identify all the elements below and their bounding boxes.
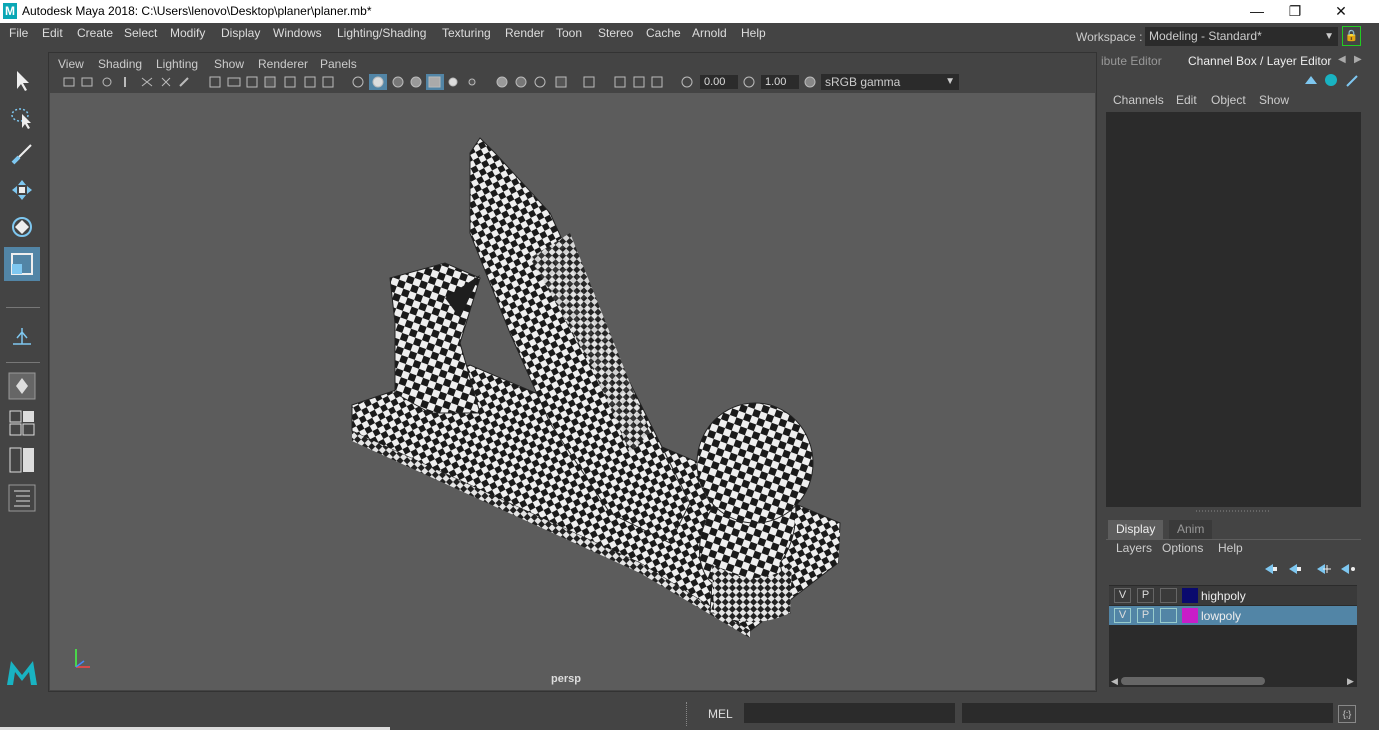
viewport-menu-lighting[interactable]: Lighting [156,57,198,71]
layer-visibility-toggle[interactable]: V [1114,588,1131,603]
scroll-right-icon[interactable]: ▶ [1347,676,1354,687]
rotate-tool-icon[interactable] [4,210,40,244]
channels-show-menu[interactable]: Show [1259,93,1289,107]
layer-visibility-toggle[interactable]: V [1114,608,1131,623]
menu-windows[interactable]: Windows [273,26,322,40]
layer-action-icons[interactable] [1263,562,1359,576]
toolbox-separator [6,307,40,308]
layer-display-type-toggle[interactable] [1160,608,1177,623]
tab-scroll-right-icon[interactable]: ▶ [1354,54,1362,65]
paint-select-tool-icon[interactable] [4,136,40,170]
outliner-layout-icon[interactable] [4,481,40,515]
script-language-toggle[interactable]: MEL [708,707,733,721]
menu-display[interactable]: Display [221,26,260,40]
menu-modify[interactable]: Modify [170,26,205,40]
layer-color-swatch[interactable] [1182,588,1198,603]
viewport-menu-view[interactable]: View [58,57,84,71]
channels-menu[interactable]: Channels [1113,93,1164,107]
lasso-tool-icon[interactable] [4,101,40,135]
viewport-menu-shading[interactable]: Shading [98,57,142,71]
hand-plane-model[interactable] [50,93,1095,690]
two-view-layout-icon[interactable] [4,443,40,477]
workspace-value: Modeling - Standard* [1149,29,1262,43]
menu-toon[interactable]: Toon [556,26,582,40]
lock-icon[interactable]: 🔒 [1342,26,1361,46]
viewport-menu-panels[interactable]: Panels [320,57,357,71]
tab-scroll-left-icon[interactable]: ◀ [1338,54,1346,65]
layers-menu[interactable]: Layers [1116,541,1152,555]
menu-stereo[interactable]: Stereo [598,26,633,40]
menu-cache[interactable]: Cache [646,26,681,40]
title-bar: M Autodesk Maya 2018: C:\Users\lenovo\De… [0,0,1379,23]
toolbox-separator [6,362,40,363]
close-button[interactable]: ✕ [1318,0,1364,23]
menu-file[interactable]: File [9,26,28,40]
menu-lighting-shading[interactable]: Lighting/Shading [337,26,426,40]
layer-name[interactable]: lowpoly [1201,609,1241,623]
chevron-down-icon: ▼ [945,76,955,87]
command-result-field [962,703,1333,723]
layer-color-swatch[interactable] [1182,608,1198,623]
maya-logo-icon: M [3,3,17,19]
tab-anim-layers[interactable]: Anim [1169,520,1213,539]
perspective-viewport[interactable] [50,93,1095,690]
layer-row-highpoly[interactable]: V P highpoly [1109,586,1357,605]
single-perspective-layout-icon[interactable] [4,369,40,403]
scale-tool-icon[interactable] [4,247,40,281]
last-tool-icon[interactable] [4,320,40,354]
maya-m-logo-icon [4,655,40,689]
window-title: Autodesk Maya 2018: C:\Users\lenovo\Desk… [22,4,372,18]
scrollbar-thumb[interactable] [1121,677,1265,685]
menu-create[interactable]: Create [77,26,113,40]
channel-box-area[interactable] [1106,112,1361,507]
tab-display-layers[interactable]: Display [1108,520,1164,539]
layers-options-menu[interactable]: Options [1162,541,1203,555]
chevron-down-icon: ▼ [1324,31,1334,42]
four-view-layout-icon[interactable] [4,406,40,440]
layer-display-type-toggle[interactable] [1160,588,1177,603]
viewport-menu-show[interactable]: Show [214,57,244,71]
panel-splitter-handle[interactable] [1106,509,1361,513]
layer-name[interactable]: highpoly [1201,589,1246,603]
channels-object-menu[interactable]: Object [1211,93,1246,107]
viewport-menu-renderer[interactable]: Renderer [258,57,308,71]
layer-horizontal-scrollbar[interactable]: ◀ ▶ [1109,675,1357,687]
exposure-field[interactable]: 0.00 [700,75,738,89]
layers-help-menu[interactable]: Help [1218,541,1243,555]
workspace-label: Workspace : [1076,30,1143,44]
channels-edit-menu[interactable]: Edit [1176,93,1197,107]
restore-button[interactable]: ❐ [1272,0,1318,23]
workspace-dropdown[interactable]: Modeling - Standard* ▼ [1145,27,1338,46]
move-tool-icon[interactable] [4,173,40,207]
command-input[interactable] [744,703,955,723]
gamma-field[interactable]: 1.00 [761,75,799,89]
menu-select[interactable]: Select [124,26,157,40]
menu-texturing[interactable]: Texturing [442,26,491,40]
layer-playback-toggle[interactable]: P [1137,608,1154,623]
menu-edit[interactable]: Edit [42,26,63,40]
script-editor-icon[interactable]: {;} [1338,705,1356,723]
scroll-left-icon[interactable]: ◀ [1111,676,1118,687]
layer-playback-toggle[interactable]: P [1137,588,1154,603]
layer-row-lowpoly[interactable]: V P lowpoly [1109,606,1357,625]
command-line-grip[interactable] [686,702,689,726]
channel-box-icons[interactable] [1303,72,1363,88]
tab-channel-box[interactable]: Channel Box / Layer Editor [1188,54,1331,68]
color-space-dropdown[interactable]: sRGB gamma ▼ [821,74,959,90]
axis-gizmo-icon [75,649,90,668]
camera-label: persp [551,673,581,685]
color-space-value: sRGB gamma [825,75,901,89]
select-tool-icon[interactable] [4,64,40,98]
menu-arnold[interactable]: Arnold [692,26,727,40]
tab-attribute-editor[interactable]: ibute Editor [1101,54,1162,68]
menu-render[interactable]: Render [505,26,544,40]
menu-help[interactable]: Help [741,26,766,40]
tab-underline [1106,539,1361,540]
